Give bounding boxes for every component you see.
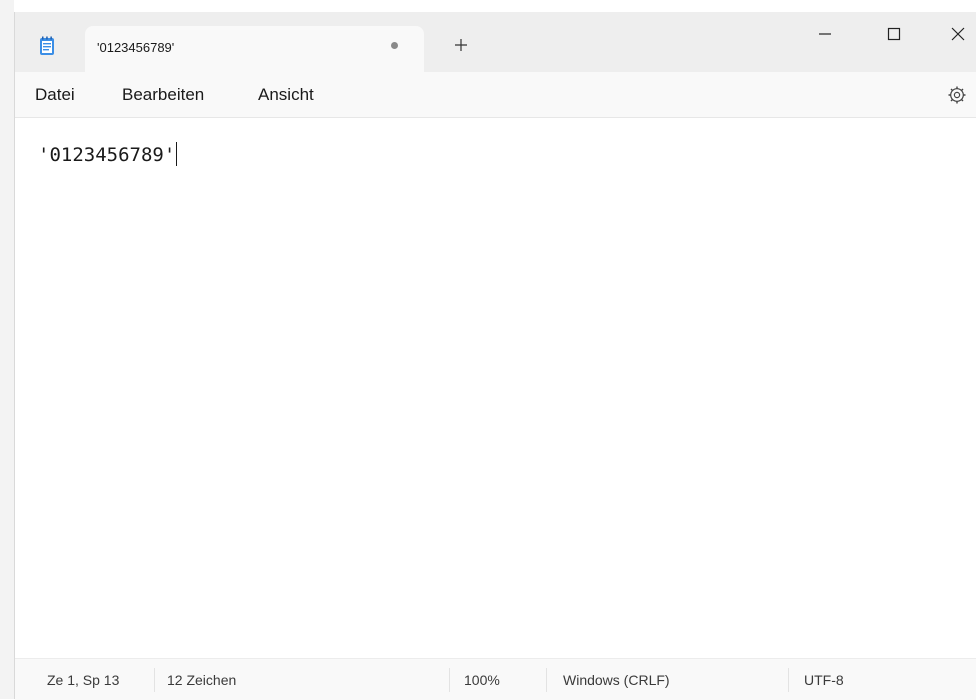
plus-icon xyxy=(455,39,467,51)
minimize-button[interactable] xyxy=(813,22,837,46)
title-bar[interactable]: '0123456789' xyxy=(15,12,976,72)
status-divider xyxy=(449,668,450,692)
notepad-window: '0123456789' Datei Bearbeiten Ansicht '0… xyxy=(14,12,976,700)
status-divider xyxy=(546,668,547,692)
editor-text: '0123456789' xyxy=(38,144,176,166)
encoding[interactable]: UTF-8 xyxy=(804,672,844,688)
maximize-button[interactable] xyxy=(882,22,906,46)
line-ending[interactable]: Windows (CRLF) xyxy=(563,672,670,688)
status-divider xyxy=(788,668,789,692)
status-divider xyxy=(154,668,155,692)
notepad-icon xyxy=(39,36,55,56)
close-icon xyxy=(951,27,965,41)
menu-ansicht[interactable]: Ansicht xyxy=(258,85,314,105)
text-caret xyxy=(176,142,178,166)
gear-icon[interactable] xyxy=(947,85,967,105)
cursor-position: Ze 1, Sp 13 xyxy=(47,672,120,688)
unsaved-indicator-icon xyxy=(391,42,398,49)
minimize-icon xyxy=(819,33,831,35)
close-button[interactable] xyxy=(946,22,970,46)
text-editor[interactable]: '0123456789' xyxy=(15,118,976,658)
new-tab-button[interactable] xyxy=(449,33,473,57)
zoom-level[interactable]: 100% xyxy=(464,672,500,688)
desktop-background xyxy=(0,0,14,699)
status-bar: Ze 1, Sp 13 12 Zeichen 100% Windows (CRL… xyxy=(15,658,976,700)
maximize-icon xyxy=(887,27,901,41)
menu-bearbeiten[interactable]: Bearbeiten xyxy=(122,85,204,105)
menu-bar: Datei Bearbeiten Ansicht xyxy=(15,72,976,118)
editor-content-line[interactable]: '0123456789' xyxy=(38,142,178,166)
tab-title: '0123456789' xyxy=(97,40,175,55)
menu-datei[interactable]: Datei xyxy=(35,85,75,105)
character-count: 12 Zeichen xyxy=(167,672,237,688)
